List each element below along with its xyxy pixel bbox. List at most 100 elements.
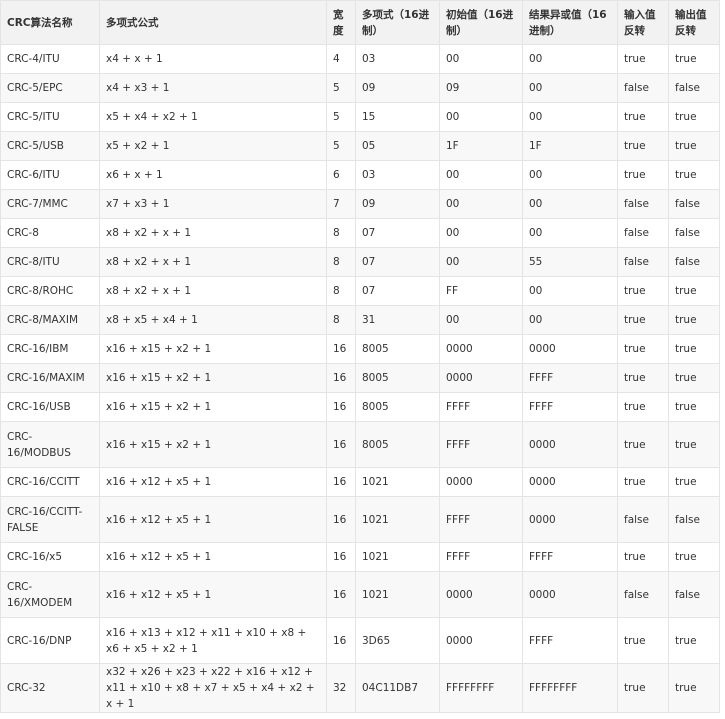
cell-polynomial-formula: x16 + x12 + x5 + 1 [99,467,327,497]
cell-refin: false [617,496,669,543]
cell-polynomial-hex: 8005 [355,363,440,393]
table-row: CRC-16/MAXIM x16 + x15 + x2 + 1 16 8005 0000… [0,363,720,393]
cell-polynomial-hex: 07 [355,218,440,248]
cell-refout: false [668,218,720,248]
cell-refin: false [617,218,669,248]
cell-polynomial-formula: x16 + x15 + x2 + 1 [99,363,327,393]
header-refin: 输入值反转 [617,0,669,45]
cell-refout: true [668,363,720,393]
cell-refout: false [668,73,720,103]
table-row: CRC-5/ITU x5 + x4 + x2 + 1 5 15 00 00 true true [0,102,720,132]
cell-refin: true [617,421,669,468]
table-row: CRC-7/MMC x7 + x3 + 1 7 09 00 00 false false [0,189,720,219]
cell-width: 5 [326,131,356,161]
cell-xorout-value: 00 [522,160,618,190]
cell-refin: true [617,392,669,422]
table-row: CRC-16/XMODEM x16 + x12 + x5 + 1 16 1021 000… [0,571,720,618]
table-row: CRC-16/MODBUS x16 + x15 + x2 + 1 16 8005 FFF… [0,421,720,468]
cell-width: 16 [326,392,356,422]
table-row: CRC-8/ROHC x8 + x2 + x + 1 8 07 FF 00 true true [0,276,720,306]
cell-init-value: 00 [439,44,523,74]
cell-algorithm-name: CRC-16/USB [0,392,100,422]
cell-refout: true [668,131,720,161]
cell-refout: true [668,160,720,190]
cell-width: 16 [326,496,356,543]
cell-xorout-value: 00 [522,44,618,74]
table-body: CRC-4/ITU x4 + x + 1 4 03 00 00 true true CRC-5/… [0,44,720,713]
cell-width: 5 [326,102,356,132]
cell-polynomial-formula: x16 + x15 + x2 + 1 [99,334,327,364]
cell-xorout-value: 00 [522,102,618,132]
table-row: CRC-5/EPC x4 + x3 + 1 5 09 09 00 false false [0,73,720,103]
cell-width: 16 [326,421,356,468]
cell-refin: true [617,663,669,713]
cell-algorithm-name: CRC-8/ROHC [0,276,100,306]
cell-refout: true [668,542,720,572]
cell-init-value: FF [439,276,523,306]
cell-refout: false [668,247,720,277]
cell-init-value: FFFF [439,392,523,422]
cell-refin: true [617,102,669,132]
table-row: CRC-8/ITU x8 + x2 + x + 1 8 07 00 55 false fals… [0,247,720,277]
cell-polynomial-formula: x16 + x12 + x5 + 1 [99,496,327,543]
cell-polynomial-formula: x5 + x2 + 1 [99,131,327,161]
cell-width: 16 [326,334,356,364]
cell-refout: true [668,663,720,713]
cell-refin: true [617,467,669,497]
table-row: CRC-6/ITU x6 + x + 1 6 03 00 00 true true [0,160,720,190]
cell-xorout-value: FFFF [522,363,618,393]
table-row: CRC-16/USB x16 + x15 + x2 + 1 16 8005 FFFF FF… [0,392,720,422]
cell-algorithm-name: CRC-16/XMODEM [0,571,100,618]
cell-init-value: 00 [439,102,523,132]
cell-xorout-value: 0000 [522,571,618,618]
cell-polynomial-hex: 8005 [355,334,440,364]
cell-init-value: 1F [439,131,523,161]
header-init-value: 初始值（16进制） [439,0,523,45]
cell-init-value: 00 [439,160,523,190]
cell-width: 16 [326,542,356,572]
cell-xorout-value: 00 [522,189,618,219]
cell-init-value: 00 [439,247,523,277]
cell-refin: true [617,160,669,190]
cell-polynomial-hex: 3D65 [355,617,440,664]
cell-refout: false [668,571,720,618]
cell-width: 7 [326,189,356,219]
cell-width: 4 [326,44,356,74]
cell-polynomial-hex: 8005 [355,392,440,422]
cell-xorout-value: FFFFFFFF [522,663,618,713]
cell-init-value: FFFF [439,542,523,572]
cell-refin: true [617,131,669,161]
cell-xorout-value: 0000 [522,421,618,468]
cell-refin: true [617,542,669,572]
table-row: CRC-5/USB x5 + x2 + 1 5 05 1F 1F true true [0,131,720,161]
cell-refin: true [617,44,669,74]
cell-polynomial-hex: 07 [355,247,440,277]
cell-algorithm-name: CRC-16/DNP [0,617,100,664]
cell-refin: true [617,617,669,664]
cell-width: 8 [326,305,356,335]
cell-algorithm-name: CRC-16/CCITT [0,467,100,497]
cell-polynomial-hex: 15 [355,102,440,132]
cell-polynomial-hex: 05 [355,131,440,161]
cell-polynomial-formula: x16 + x13 + x12 + x11 + x10 + x8 + x6 + … [99,617,327,664]
cell-refin: true [617,363,669,393]
cell-width: 6 [326,160,356,190]
cell-xorout-value: FFFF [522,392,618,422]
cell-polynomial-hex: 09 [355,189,440,219]
cell-algorithm-name: CRC-8/ITU [0,247,100,277]
table-row: CRC-8 x8 + x2 + x + 1 8 07 00 00 false false [0,218,720,248]
cell-polynomial-formula: x8 + x2 + x + 1 [99,247,327,277]
cell-init-value: 0000 [439,617,523,664]
cell-xorout-value: 1F [522,131,618,161]
cell-init-value: 0000 [439,467,523,497]
cell-xorout-value: 55 [522,247,618,277]
cell-width: 8 [326,218,356,248]
header-polynomial-hex: 多项式（16进制） [355,0,440,45]
cell-refout: true [668,467,720,497]
cell-polynomial-formula: x16 + x15 + x2 + 1 [99,421,327,468]
header-width: 宽度 [326,0,356,45]
cell-refin: true [617,276,669,306]
cell-refout: false [668,189,720,219]
cell-xorout-value: 0000 [522,334,618,364]
cell-algorithm-name: CRC-5/ITU [0,102,100,132]
